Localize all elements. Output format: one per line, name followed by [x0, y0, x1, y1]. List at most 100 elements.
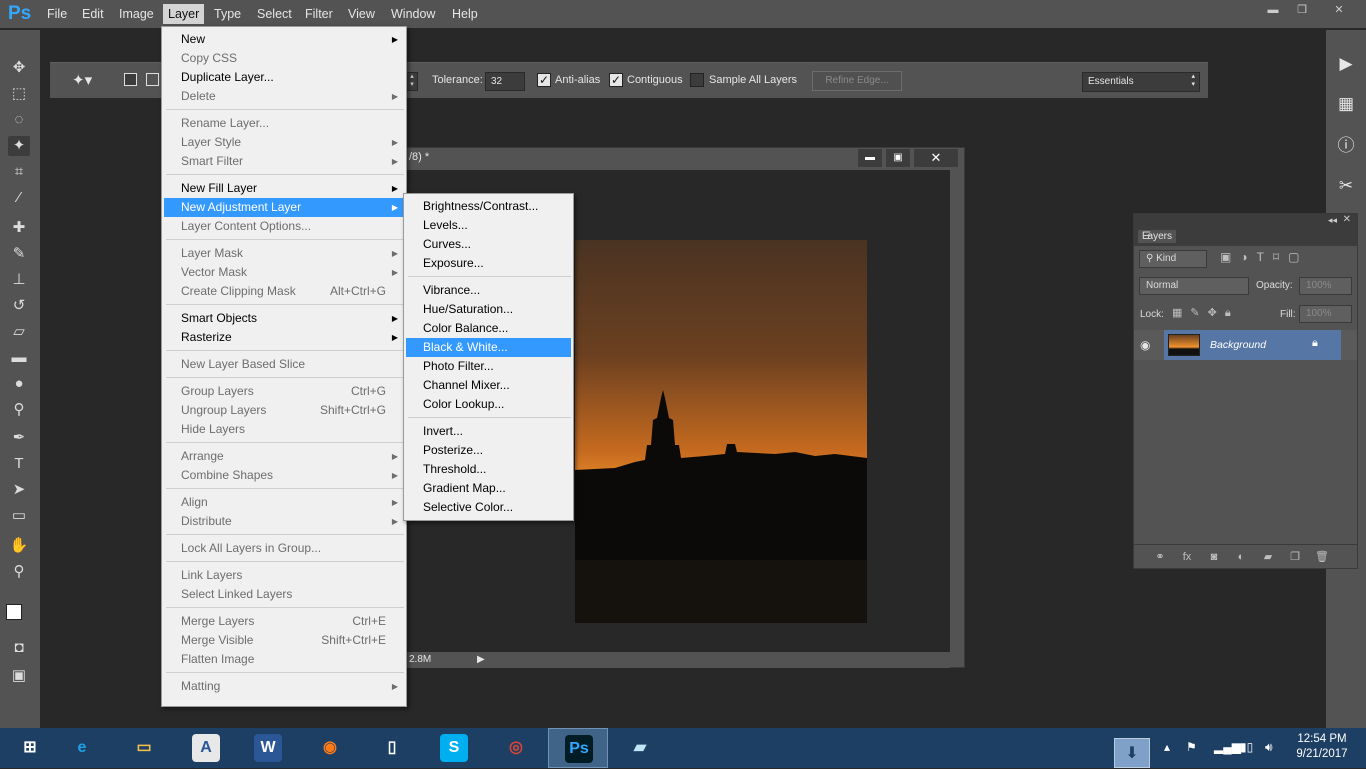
contiguous-checkbox[interactable]: ✓ [609, 73, 623, 87]
layer-menu-group-layers[interactable]: Group Layers Ctrl+G [164, 382, 404, 401]
layer-menu-create-clipping-mask[interactable]: Create Clipping Mask Alt+Ctrl+G [164, 282, 404, 301]
new-selection-icon[interactable] [124, 73, 137, 86]
taskbar-wordpad[interactable]: A [176, 728, 236, 768]
opacity-input[interactable]: 100% [1299, 277, 1352, 295]
lock-icons[interactable]: ▦✎✥🔒︎ [1172, 306, 1252, 322]
sample-all-layers-checkbox[interactable] [690, 73, 704, 87]
taskbar-skype[interactable]: S [424, 728, 484, 768]
menu-filter[interactable]: Filter [300, 4, 338, 24]
doc-minimize-icon[interactable]: ▬ [858, 149, 882, 167]
new-layer-icon[interactable]: ❐ [1287, 549, 1303, 565]
layer-menu-lock-all-layers-in-group[interactable]: Lock All Layers in Group... [164, 539, 404, 558]
menu-help[interactable]: Help [447, 4, 483, 24]
menu-layer[interactable]: Layer [163, 4, 205, 24]
visibility-eye-icon[interactable]: ◉ [1140, 338, 1150, 352]
network-icon[interactable]: ▂▄▆ [1214, 740, 1241, 754]
adjustment-exposure[interactable]: Exposure... [406, 254, 571, 273]
restore-icon[interactable]: ❐ [1291, 2, 1313, 18]
tray-chevron-icon[interactable]: ▴ [1164, 740, 1170, 754]
refine-edge-button[interactable]: Refine Edge... [812, 71, 902, 91]
layer-menu-combine-shapes[interactable]: Combine Shapes ▶ [164, 466, 404, 485]
info-icon[interactable]: ⓘ [1334, 134, 1358, 158]
adjustment-levels[interactable]: Levels... [406, 216, 571, 235]
layer-menu-new[interactable]: New ▶ [164, 30, 404, 49]
layer-menu-link-layers[interactable]: Link Layers [164, 566, 404, 585]
adjustment-posterize[interactable]: Posterize... [406, 441, 571, 460]
gradient-tool-icon[interactable]: ▬ [8, 348, 30, 368]
menu-image[interactable]: Image [114, 4, 159, 24]
add-mask-icon[interactable]: ◙ [1206, 549, 1222, 565]
magic-wand-tool-icon[interactable]: ✦ [8, 136, 30, 156]
layer-menu-layer-mask[interactable]: Layer Mask ▶ [164, 244, 404, 263]
menu-type[interactable]: Type [209, 4, 246, 24]
screen-mode-icon[interactable]: ▣ [8, 666, 30, 686]
adjustment-selective-color[interactable]: Selective Color... [406, 498, 571, 517]
adjustment-color-balance[interactable]: Color Balance... [406, 319, 571, 338]
fill-input[interactable]: 100% [1299, 305, 1352, 323]
layer-menu-merge-visible[interactable]: Merge Visible Shift+Ctrl+E [164, 631, 404, 650]
taskbar-notes[interactable]: ▰ [610, 728, 670, 768]
layer-menu-ungroup-layers[interactable]: Ungroup Layers Shift+Ctrl+G [164, 401, 404, 420]
layer-menu-new-adjustment-layer[interactable]: New Adjustment Layer ▶ [164, 198, 404, 217]
layer-name[interactable]: Background [1210, 339, 1266, 351]
adjustment-hue-saturation[interactable]: Hue/Saturation... [406, 300, 571, 319]
layer-menu-layer-style[interactable]: Layer Style ▶ [164, 133, 404, 152]
volume-icon[interactable]: 🔊︎ [1265, 740, 1273, 755]
layer-menu-select-linked-layers[interactable]: Select Linked Layers [164, 585, 404, 604]
workspace-select[interactable]: Essentials ▴ ▾ [1082, 72, 1200, 92]
tools-icon[interactable]: ✂ [1334, 174, 1358, 198]
taskbar-notepad[interactable]: ▯ [362, 728, 422, 768]
adjustment-brightness-contrast[interactable]: Brightness/Contrast... [406, 197, 571, 216]
menu-file[interactable]: File [42, 4, 72, 24]
foreground-color-swatch[interactable] [6, 604, 22, 620]
adjustment-channel-mixer[interactable]: Channel Mixer... [406, 376, 571, 395]
adjustment-black-white[interactable]: Black & White... [406, 338, 571, 357]
hand-tool-icon[interactable]: ✋ [8, 536, 30, 556]
vertical-scrollbar[interactable] [950, 170, 964, 653]
layer-menu-delete[interactable]: Delete ▶ [164, 87, 404, 106]
layer-menu-smart-filter[interactable]: Smart Filter ▶ [164, 152, 404, 171]
layer-menu-matting[interactable]: Matting ▶ [164, 677, 404, 696]
adjustment-vibrance[interactable]: Vibrance... [406, 281, 571, 300]
history-brush-icon[interactable]: ↺ [8, 296, 30, 316]
adjustment-curves[interactable]: Curves... [406, 235, 571, 254]
move-tool-icon[interactable]: ✥ [8, 58, 30, 78]
fx-icon[interactable]: fx [1179, 549, 1195, 565]
taskbar-internet-explorer[interactable]: e [52, 728, 112, 768]
adjustment-layer-icon[interactable]: ◐ [1233, 549, 1249, 565]
tolerance-input[interactable]: 32 [485, 72, 525, 91]
rectangle-tool-icon[interactable]: ▭ [8, 506, 30, 526]
layer-menu-new-layer-based-slice[interactable]: New Layer Based Slice [164, 355, 404, 374]
dodge-tool-icon[interactable]: ⚲ [8, 400, 30, 420]
layer-menu-layer-content-options[interactable]: Layer Content Options... [164, 217, 404, 236]
minimize-icon[interactable]: ▬ [1262, 2, 1284, 18]
anti-alias-checkbox[interactable]: ✓ [537, 73, 551, 87]
type-tool-icon[interactable]: T [8, 454, 30, 474]
zoom-tool-icon[interactable]: ⚲ [8, 562, 30, 582]
close-icon[interactable]: ✕ [1328, 2, 1350, 18]
layer-menu-merge-layers[interactable]: Merge Layers Ctrl+E [164, 612, 404, 631]
layer-menu-align[interactable]: Align ▶ [164, 493, 404, 512]
path-selection-icon[interactable]: ➤ [8, 480, 30, 500]
layer-menu-smart-objects[interactable]: Smart Objects ▶ [164, 309, 404, 328]
adjustment-color-lookup[interactable]: Color Lookup... [406, 395, 571, 414]
menu-select[interactable]: Select [252, 4, 297, 24]
link-layers-icon[interactable]: ⚭ [1152, 549, 1168, 565]
panel-menu-icon[interactable]: ☰ [1138, 230, 1353, 243]
adjustment-invert[interactable]: Invert... [406, 422, 571, 441]
status-arrow-icon[interactable]: ▶ [477, 652, 485, 668]
layer-menu-hide-layers[interactable]: Hide Layers [164, 420, 404, 439]
menu-window[interactable]: Window [386, 4, 440, 24]
add-selection-icon[interactable] [146, 73, 159, 86]
crop-tool-icon[interactable]: ⌗ [8, 162, 30, 182]
layer-menu-rasterize[interactable]: Rasterize ▶ [164, 328, 404, 347]
download-icon[interactable]: ⬇ [1114, 738, 1150, 768]
taskbar-chrome[interactable]: ◎ [486, 728, 546, 768]
adjustment-threshold[interactable]: Threshold... [406, 460, 571, 479]
blur-tool-icon[interactable]: ● [8, 374, 30, 394]
taskbar-photoshop[interactable]: Ps [548, 728, 608, 768]
blend-mode-select[interactable]: Normal [1139, 277, 1249, 295]
quick-mask-icon[interactable]: ◘ [8, 638, 30, 658]
panel-close-icon[interactable]: ✕ [1343, 214, 1351, 225]
play-icon[interactable]: ▶ [1334, 52, 1358, 76]
